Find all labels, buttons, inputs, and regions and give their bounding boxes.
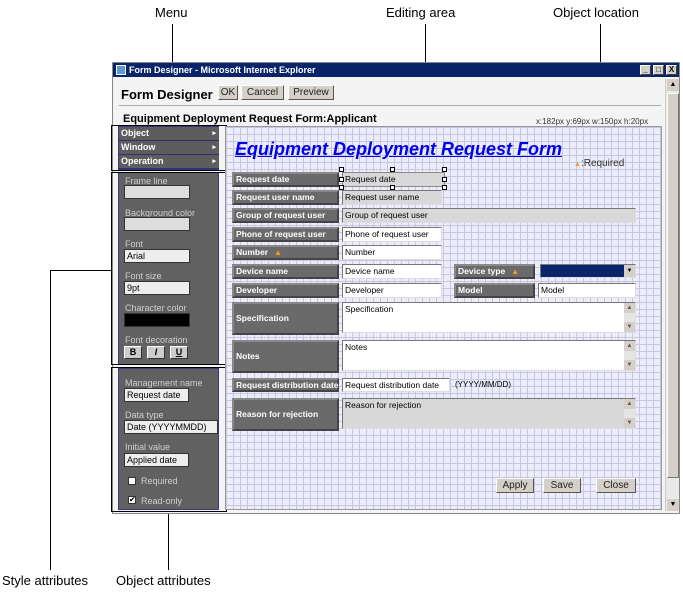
textarea-scrollbar[interactable]: ▲ ▼ bbox=[624, 341, 635, 370]
ie-icon bbox=[116, 65, 126, 75]
label-developer[interactable]: Developer bbox=[232, 283, 339, 298]
resize-handle[interactable] bbox=[442, 167, 447, 172]
close-button[interactable]: Close bbox=[596, 478, 636, 493]
chevron-down-icon[interactable]: ▼ bbox=[624, 265, 635, 277]
textarea-value: Reason for rejection bbox=[345, 400, 422, 410]
form-heading: Equipment Deployment Request Form:Applic… bbox=[123, 113, 377, 125]
label-reason[interactable]: Reason for rejection bbox=[232, 398, 339, 431]
field-group[interactable]: Group of request user bbox=[342, 208, 636, 223]
annotation-line bbox=[50, 270, 112, 271]
label-notes[interactable]: Notes bbox=[232, 340, 339, 373]
object-callout-box bbox=[111, 367, 227, 512]
label-specification[interactable]: Specification bbox=[232, 302, 339, 335]
textarea-scrollbar[interactable]: ▲ ▼ bbox=[624, 303, 635, 332]
date-format-hint: (YYYY/MM/DD) bbox=[455, 380, 511, 389]
annotation-line bbox=[168, 512, 169, 570]
field-model[interactable]: Model bbox=[538, 283, 636, 298]
scroll-up-icon[interactable]: ▲ bbox=[667, 79, 679, 91]
style-callout-box bbox=[111, 172, 227, 365]
field-distribution-date[interactable]: Request distribution date bbox=[342, 378, 450, 392]
annotation-style-attributes: Style attributes bbox=[2, 573, 88, 588]
app-title: Form Designer bbox=[121, 87, 213, 102]
apply-button[interactable]: Apply bbox=[496, 478, 534, 493]
label-model[interactable]: Model bbox=[454, 283, 535, 298]
resize-handle[interactable] bbox=[390, 167, 395, 172]
object-location-readout: x:182px y:69px w:150px h:20px bbox=[536, 117, 649, 126]
resize-handle[interactable] bbox=[339, 167, 344, 172]
resize-handle[interactable] bbox=[339, 177, 344, 182]
label-phone[interactable]: Phone of request user bbox=[232, 227, 339, 242]
field-request-user-name[interactable]: Request user name bbox=[342, 190, 442, 205]
required-legend: ▲:Required bbox=[574, 158, 624, 169]
annotation-editing-area: Editing area bbox=[386, 5, 456, 20]
title-bar: Form Designer - Microsoft Internet Explo… bbox=[113, 63, 679, 77]
required-legend-text: :Required bbox=[580, 158, 625, 169]
field-specification[interactable]: Specification ▲ ▼ bbox=[342, 302, 636, 333]
label-text: Device type bbox=[458, 266, 506, 276]
minimize-button[interactable]: _ bbox=[640, 65, 651, 75]
ok-button[interactable]: OK bbox=[218, 85, 238, 100]
label-number[interactable]: Number ▲ bbox=[232, 245, 339, 260]
label-distribution-date[interactable]: Request distribution date bbox=[232, 378, 339, 392]
field-developer[interactable]: Developer bbox=[342, 283, 442, 298]
label-text: Number bbox=[236, 247, 269, 257]
textarea-value: Specification bbox=[345, 304, 394, 314]
resize-handle[interactable] bbox=[442, 177, 447, 182]
required-icon: ▲ bbox=[274, 248, 283, 257]
required-icon: ▲ bbox=[511, 267, 520, 276]
textarea-scrollbar[interactable]: ▲ ▼ bbox=[624, 399, 635, 428]
annotation-menu: Menu bbox=[155, 5, 188, 20]
cancel-button[interactable]: Cancel bbox=[241, 85, 284, 100]
field-phone[interactable]: Phone of request user bbox=[342, 227, 442, 242]
field-number[interactable]: Number bbox=[342, 245, 442, 260]
field-device-name[interactable]: Device name bbox=[342, 264, 442, 279]
maximize-button[interactable]: □ bbox=[653, 65, 664, 75]
annotation-object-location: Object location bbox=[553, 5, 639, 20]
divider bbox=[119, 105, 661, 106]
resize-handle[interactable] bbox=[442, 185, 447, 190]
vertical-scrollbar[interactable]: ▲ ▼ bbox=[665, 79, 679, 511]
field-notes[interactable]: Notes ▲ ▼ bbox=[342, 340, 636, 371]
save-button[interactable]: Save bbox=[543, 478, 581, 493]
close-window-button[interactable]: X bbox=[666, 65, 677, 75]
annotation-line bbox=[50, 270, 51, 570]
menu-callout-box bbox=[111, 125, 227, 171]
required-icon: ▲ bbox=[574, 161, 581, 168]
label-device-name[interactable]: Device name bbox=[232, 264, 339, 279]
scroll-thumb[interactable] bbox=[667, 93, 679, 478]
label-request-date[interactable]: Request date bbox=[232, 172, 339, 187]
annotation-object-attributes: Object attributes bbox=[116, 573, 211, 588]
scroll-down-icon[interactable]: ▼ bbox=[667, 499, 679, 511]
label-request-user-name[interactable]: Request user name bbox=[232, 190, 339, 205]
window-title: Form Designer - Microsoft Internet Explo… bbox=[129, 65, 316, 75]
device-type-select[interactable]: ▼ bbox=[540, 264, 636, 278]
label-group[interactable]: Group of request user bbox=[232, 208, 339, 223]
field-reason[interactable]: Reason for rejection ▲ ▼ bbox=[342, 398, 636, 429]
textarea-value: Notes bbox=[345, 342, 368, 352]
label-device-type[interactable]: Device type ▲ bbox=[454, 264, 535, 279]
form-title: Equipment Deployment Request Form bbox=[235, 139, 563, 159]
preview-button[interactable]: Preview bbox=[288, 85, 334, 100]
